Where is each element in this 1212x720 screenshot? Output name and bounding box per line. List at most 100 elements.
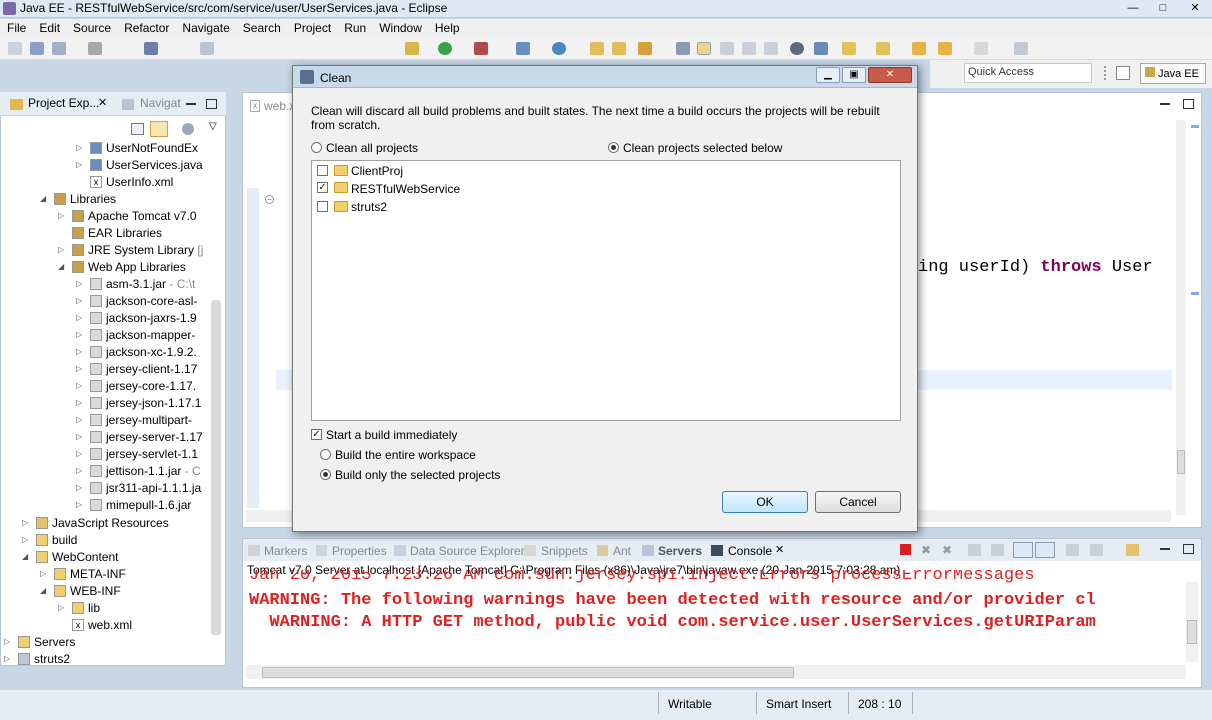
link-with-editor-icon[interactable] (150, 121, 168, 137)
tree-item[interactable]: ▷ UserNotFoundEx (0, 140, 215, 157)
tree-item[interactable]: ▷ JRE System Library [j (0, 242, 215, 259)
project-checkbox[interactable]: ✓ (317, 182, 328, 193)
show-stdout-icon[interactable] (1013, 542, 1033, 558)
expand-arrow-icon[interactable]: ▷ (76, 449, 82, 458)
tree-item[interactable]: ▷ jackson-jaxrs-1.9 (0, 310, 215, 327)
minimize-button[interactable]: — (1118, 0, 1148, 18)
pin-editor-icon[interactable] (1014, 42, 1028, 55)
dialog-minimize-button[interactable]: ▁ (816, 67, 840, 83)
expand-arrow-icon[interactable]: ▷ (22, 518, 28, 527)
menu-navigate[interactable]: Navigate (175, 19, 235, 37)
ok-button[interactable]: OK (722, 491, 808, 513)
tree-item[interactable]: ▷ Apache Tomcat v7.0 (0, 208, 215, 225)
expand-arrow-icon[interactable]: ▷ (58, 603, 64, 612)
tree-item[interactable]: ◢ Libraries (0, 191, 215, 208)
tab-ant[interactable]: Ant (613, 544, 631, 558)
show-stderr-icon[interactable] (1035, 542, 1055, 558)
clean-all-label[interactable]: Clean all projects (326, 141, 418, 155)
tree-item[interactable]: ▷ lib (0, 600, 215, 617)
tree-item[interactable]: ▷ struts2 (0, 651, 215, 668)
tab-properties[interactable]: Properties (332, 544, 387, 558)
clean-selected-label[interactable]: Clean projects selected below (623, 141, 782, 155)
tree-item[interactable]: ▷ jersey-client-1.17 (0, 361, 215, 378)
tree-item[interactable]: ▷ jersey-json-1.17.1 (0, 395, 215, 412)
tree-item[interactable]: ▷ jettison-1.1.jar - C (0, 463, 215, 480)
tree-item[interactable]: ◢ WebContent (0, 549, 215, 566)
menu-help[interactable]: Help (428, 19, 466, 37)
search-tool-icon[interactable] (638, 42, 652, 55)
build-workspace-label[interactable]: Build the entire workspace (335, 448, 476, 462)
expand-arrow-icon[interactable]: ◢ (22, 552, 28, 561)
open-type-icon[interactable] (590, 42, 604, 55)
tree-item[interactable]: ▷ jackson-core-asl- (0, 293, 215, 310)
print-icon[interactable] (88, 42, 102, 55)
tree-item[interactable]: ▷ jersey-servlet-1.1 (0, 446, 215, 463)
tree-item[interactable]: ▷ jackson-xc-1.9.2. (0, 344, 215, 361)
tree-item[interactable]: ▷ jackson-mapper- (0, 327, 215, 344)
tab-servers[interactable]: Servers (658, 544, 702, 558)
next-annotation-icon[interactable] (842, 42, 856, 55)
start-build-checkbox[interactable]: ✓ (311, 429, 322, 440)
tree-item[interactable]: ◢ WEB-INF (0, 583, 215, 600)
project-name[interactable]: struts2 (351, 200, 387, 214)
save-icon[interactable] (30, 42, 44, 55)
expand-arrow-icon[interactable]: ▷ (40, 569, 46, 578)
menu-window[interactable]: Window (372, 19, 428, 37)
save-all-icon[interactable] (52, 42, 66, 55)
tree-item[interactable]: ▷ jsr311-api-1.1.1.ja (0, 480, 215, 497)
open-perspective-icon[interactable] (1116, 66, 1130, 80)
tab-project-explorer[interactable]: Project Exp... (28, 96, 99, 110)
run-icon[interactable] (438, 42, 452, 55)
build-workspace-radio[interactable] (320, 449, 331, 460)
tab-console[interactable]: Console (728, 544, 772, 558)
tree-item[interactable]: x web.xml (0, 617, 215, 634)
editor-tab-web-xml[interactable]: web.x (264, 99, 295, 113)
tree-item[interactable]: ▷ jersey-server-1.17 (0, 429, 215, 446)
tree-item[interactable]: ▷ META-INF (0, 566, 215, 583)
menu-project[interactable]: Project (287, 19, 337, 37)
cancel-button[interactable]: Cancel (815, 491, 901, 513)
show-whitespace-icon[interactable] (720, 42, 734, 55)
focus-icon[interactable] (182, 123, 194, 135)
menu-source[interactable]: Source (66, 19, 117, 37)
project-checkbox[interactable] (317, 165, 328, 176)
paragraph-icon[interactable] (764, 42, 778, 55)
expand-arrow-icon[interactable]: ▷ (76, 466, 82, 475)
quick-access-input[interactable]: Quick Access (964, 63, 1092, 83)
tree-item[interactable]: EAR Libraries (0, 225, 215, 242)
close-console-icon[interactable]: ✕ (775, 543, 784, 556)
menu-file[interactable]: File (0, 19, 32, 37)
forward-icon[interactable] (938, 42, 952, 55)
tree-item[interactable]: ▷ mimepull-1.6.jar (0, 497, 215, 514)
toggle-mark-icon[interactable] (676, 42, 690, 55)
clear-console-icon[interactable] (968, 544, 981, 556)
build-selected-label[interactable]: Build only the selected projects (335, 468, 500, 482)
expand-arrow-icon[interactable]: ▷ (76, 279, 82, 288)
expand-arrow-icon[interactable]: ▷ (76, 347, 82, 356)
pin-icon[interactable] (814, 42, 828, 55)
perspective-java-ee[interactable]: Java EE (1140, 63, 1206, 84)
tab-markers[interactable]: Markers (264, 544, 307, 558)
expand-arrow-icon[interactable]: ▷ (76, 364, 82, 373)
clean-selected-radio[interactable] (608, 142, 619, 153)
open-console-icon[interactable] (1126, 544, 1139, 556)
expand-arrow-icon[interactable]: ▷ (76, 296, 82, 305)
tree-item[interactable]: ◢ Web App Libraries (0, 259, 215, 276)
expand-arrow-icon[interactable]: ▷ (76, 415, 82, 424)
fold-icon[interactable]: − (265, 195, 274, 204)
start-build-label[interactable]: Start a build immediately (326, 428, 457, 442)
skip-breakpoints-icon[interactable] (144, 42, 158, 55)
expand-arrow-icon[interactable]: ▷ (4, 654, 10, 663)
menu-run[interactable]: Run (337, 19, 372, 37)
view-menu-icon[interactable]: ▽ (209, 121, 217, 132)
expand-arrow-icon[interactable]: ◢ (40, 194, 46, 203)
console-scroll-thumb[interactable] (1187, 620, 1197, 644)
expand-arrow-icon[interactable]: ▷ (76, 483, 82, 492)
dialog-close-button[interactable]: ✕ (868, 67, 912, 83)
new-icon[interactable] (8, 42, 22, 55)
tab-navigator[interactable]: Navigat (140, 96, 181, 110)
expand-arrow-icon[interactable]: ◢ (58, 262, 64, 271)
expand-arrow-icon[interactable]: ▷ (76, 313, 82, 322)
console-minimize-icon[interactable] (1160, 548, 1170, 550)
editor-minimize-icon[interactable] (1160, 103, 1170, 105)
